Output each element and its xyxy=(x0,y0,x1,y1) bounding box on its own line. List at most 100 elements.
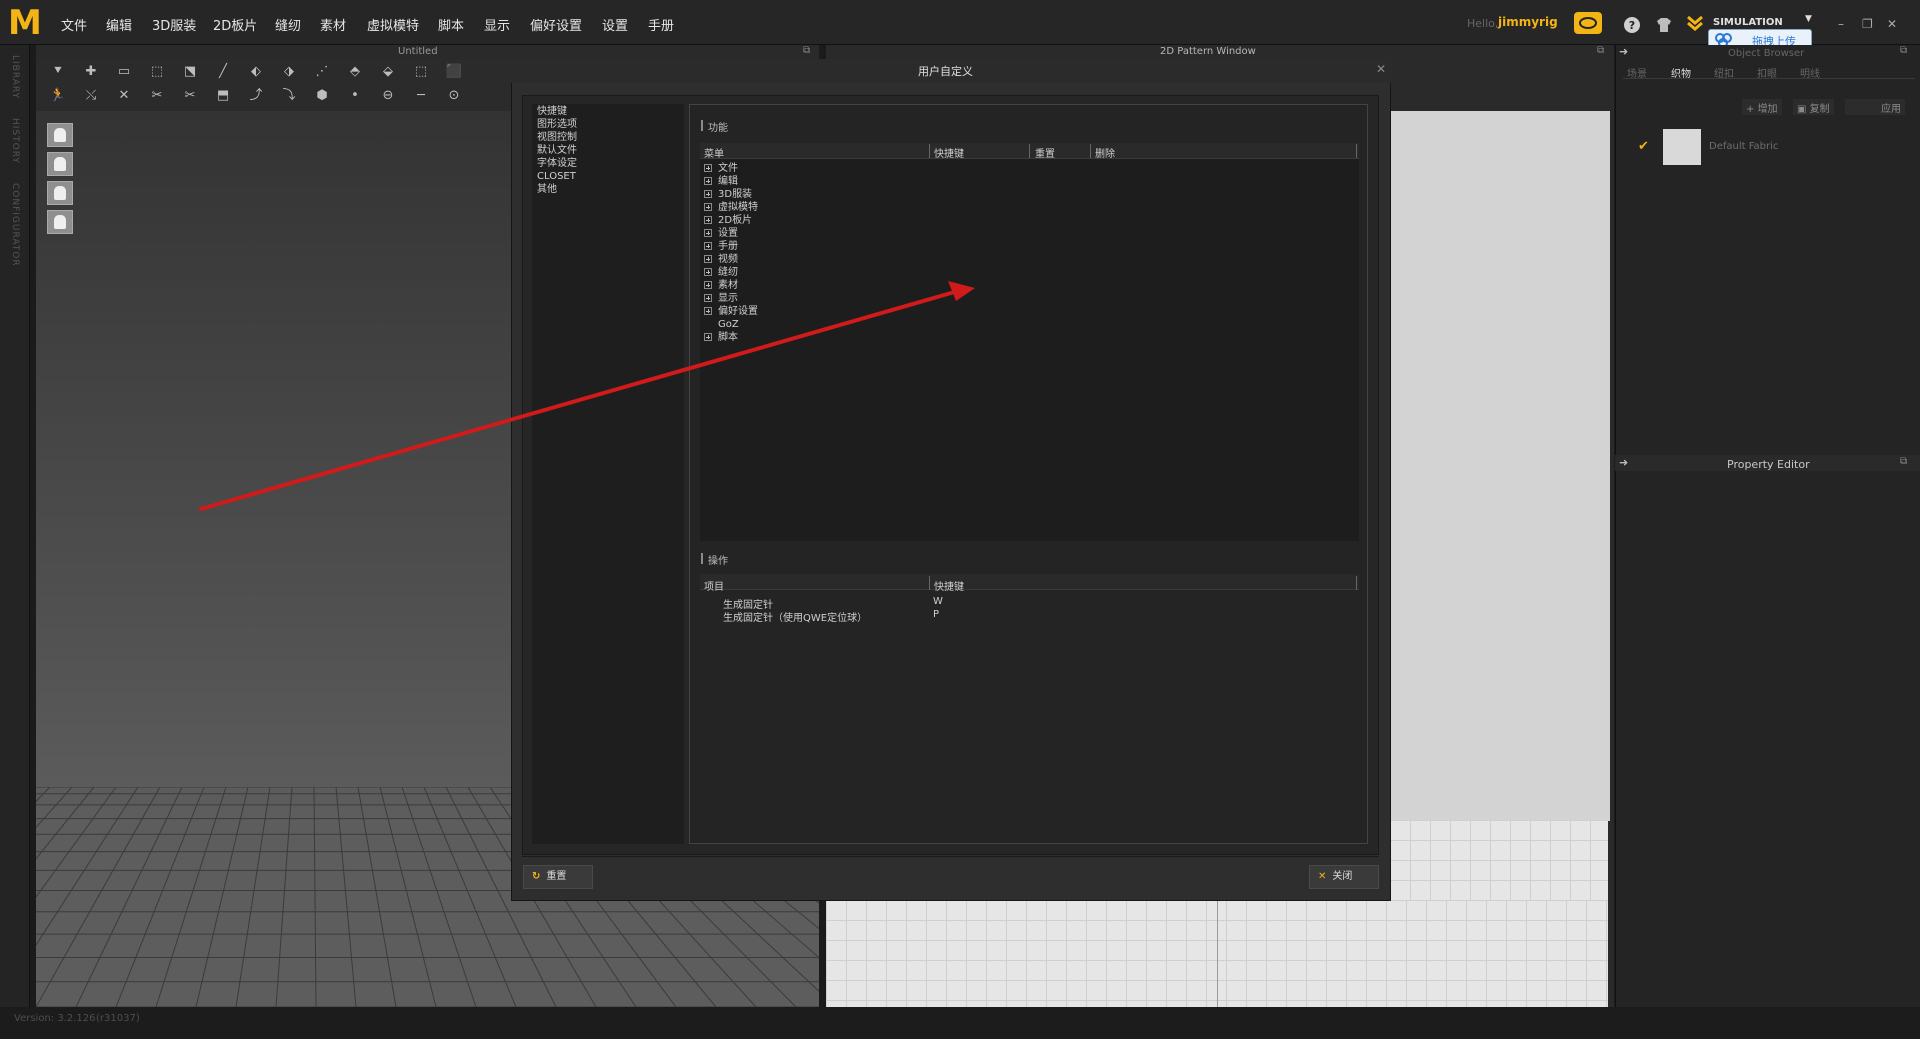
copy-fabric-button[interactable]: ▣ 复制 xyxy=(1793,99,1834,115)
shortcut-tree[interactable] xyxy=(700,143,1359,541)
toolbar-tool-icon[interactable]: ⤯ xyxy=(81,88,101,104)
apply-fabric-button[interactable]: 应用 xyxy=(1845,99,1905,115)
tree-row[interactable]: 缝纫 xyxy=(704,266,738,279)
category-item[interactable]: 视图控制 xyxy=(537,131,577,144)
menu-item[interactable]: 偏好设置 xyxy=(530,15,582,34)
tree-row[interactable]: 3D服装 xyxy=(704,188,752,201)
show-head-icon[interactable] xyxy=(47,210,73,234)
ops-key[interactable]: P xyxy=(933,609,939,620)
toolbar-tool-icon[interactable]: 🏃 xyxy=(48,88,68,104)
col-reset[interactable]: 重置 xyxy=(1035,145,1055,160)
restore-icon[interactable]: ❐ xyxy=(1862,17,1873,31)
toolbar-tool-icon[interactable]: ✂ xyxy=(180,88,200,104)
expand-icon[interactable] xyxy=(704,190,712,198)
toolbar-tool-icon[interactable]: ⬙ xyxy=(378,64,398,80)
tree-row[interactable]: 偏好设置 xyxy=(704,305,758,318)
menu-item[interactable]: 3D服装 xyxy=(152,15,196,34)
expand-icon[interactable] xyxy=(704,164,712,172)
col-delete[interactable]: 删除 xyxy=(1095,145,1115,160)
toolbar-tool-icon[interactable]: • xyxy=(345,88,365,104)
category-item[interactable]: 图形选项 xyxy=(537,118,577,131)
toolbar-tool-icon[interactable]: ⤴ xyxy=(246,88,266,104)
toolbar-tool-icon[interactable]: ╱ xyxy=(213,64,233,80)
col-item[interactable]: 项目 xyxy=(704,578,724,593)
expand-icon[interactable] xyxy=(704,242,712,250)
category-item[interactable]: 字体设定 xyxy=(537,157,577,170)
username-label[interactable]: jimmyrig xyxy=(1498,15,1558,29)
expand-icon[interactable] xyxy=(704,177,712,185)
2d-popout-icon[interactable]: ⧉ xyxy=(1597,45,1604,56)
tree-row[interactable]: 素材 xyxy=(704,279,738,292)
toolbar-tool-icon[interactable]: ⬘ xyxy=(345,64,365,80)
dialog-close-icon[interactable]: ✕ xyxy=(1376,62,1386,76)
col-key[interactable]: 快捷键 xyxy=(934,578,964,593)
2d-canvas[interactable] xyxy=(1390,111,1610,821)
category-item[interactable]: CLOSET xyxy=(537,170,576,183)
ob-popout-icon[interactable]: ⧉ xyxy=(1900,45,1907,56)
show-pattern-icon[interactable] xyxy=(47,181,73,205)
toolbar-tool-icon[interactable]: ✂ xyxy=(147,88,167,104)
expand-icon[interactable] xyxy=(704,268,712,276)
toolbar-tool-icon[interactable]: ⬒ xyxy=(213,88,233,104)
tree-row[interactable]: 编辑 xyxy=(704,175,738,188)
toolbar-tool-icon[interactable]: ⊙ xyxy=(444,88,464,104)
2d-canvas-grid[interactable] xyxy=(1390,820,1608,900)
toolbar-tool-icon[interactable]: ⊖ xyxy=(378,88,398,104)
toolbar-tool-icon[interactable]: ⤵ xyxy=(279,88,299,104)
menu-item[interactable]: 显示 xyxy=(484,15,510,34)
tree-row[interactable]: 虚拟模特 xyxy=(704,201,758,214)
toolbar-tool-icon[interactable]: ⬢ xyxy=(312,88,332,104)
collapse-arrow-icon[interactable]: ➜ xyxy=(1619,45,1628,58)
menu-item[interactable]: 编辑 xyxy=(106,15,132,34)
toolbar-tool-icon[interactable]: ▭ xyxy=(114,64,134,80)
dropdown-arrow-icon[interactable]: ▼ xyxy=(1805,14,1812,24)
pe-popout-icon[interactable]: ⧉ xyxy=(1900,456,1907,467)
fabric-name[interactable]: Default Fabric xyxy=(1709,141,1778,152)
menu-item[interactable]: 文件 xyxy=(61,15,87,34)
ops-item[interactable]: 生成固定针（使用QWE定位球） xyxy=(723,609,867,624)
tree-row[interactable]: 视频 xyxy=(704,253,738,266)
expand-icon[interactable] xyxy=(704,307,712,315)
show-garment-icon[interactable] xyxy=(47,123,73,147)
toolbar-tool-icon[interactable]: ✚ xyxy=(81,64,101,80)
cloud-icon[interactable] xyxy=(1574,12,1602,34)
toolbar-tool-icon[interactable]: ⯆ xyxy=(48,64,68,80)
show-avatar-icon[interactable] xyxy=(47,152,73,176)
col-shortcut[interactable]: 快捷键 xyxy=(934,145,964,160)
configurator-tab[interactable]: CONFIGURATOR xyxy=(10,183,20,267)
toolbar-tool-icon[interactable]: ⋰ xyxy=(312,64,332,80)
toolbar-tool-icon[interactable]: ⬔ xyxy=(180,64,200,80)
tree-row[interactable]: 设置 xyxy=(704,227,738,240)
pe-collapse-arrow-icon[interactable]: ➜ xyxy=(1619,456,1628,469)
category-item[interactable]: 快捷键 xyxy=(537,105,567,118)
expand-icon[interactable] xyxy=(704,229,712,237)
menu-item[interactable]: 虚拟模特 xyxy=(367,15,419,34)
tree-row[interactable]: 2D板片 xyxy=(704,214,752,227)
toolbar-tool-icon[interactable]: ⬖ xyxy=(246,64,266,80)
menu-item[interactable]: 缝纫 xyxy=(275,15,301,34)
menu-item[interactable]: 2D板片 xyxy=(213,15,257,34)
fabric-swatch[interactable] xyxy=(1663,129,1701,165)
toolbar-tool-icon[interactable]: ⬚ xyxy=(147,64,167,80)
history-tab[interactable]: HISTORY xyxy=(10,118,20,164)
expand-icon[interactable] xyxy=(704,281,712,289)
toolbar-tool-icon[interactable]: ✕ xyxy=(114,88,134,104)
minimize-icon[interactable]: – xyxy=(1838,17,1844,31)
ops-key[interactable]: W xyxy=(933,596,943,607)
tree-row[interactable]: 手册 xyxy=(704,240,738,253)
library-tab[interactable]: LIBRARY xyxy=(10,55,20,99)
tree-row[interactable]: 显示 xyxy=(704,292,738,305)
help-icon[interactable]: ? xyxy=(1623,16,1645,38)
tree-row[interactable]: 文件 xyxy=(704,162,738,175)
expand-icon[interactable] xyxy=(704,333,712,341)
expand-icon[interactable] xyxy=(704,294,712,302)
garment-settings-icon[interactable] xyxy=(1654,16,1676,38)
col-menu[interactable]: 菜单 xyxy=(704,145,724,160)
toolbar-tool-icon[interactable]: ⬚ xyxy=(411,64,431,80)
close-window-icon[interactable]: ✕ xyxy=(1887,17,1897,31)
3d-popout-icon[interactable]: ⧉ xyxy=(803,45,810,56)
menu-item[interactable]: 素材 xyxy=(320,15,346,34)
category-item[interactable]: 其他 xyxy=(537,183,557,196)
expand-icon[interactable] xyxy=(704,255,712,263)
reset-button[interactable]: ↻ 重置 xyxy=(523,865,593,889)
